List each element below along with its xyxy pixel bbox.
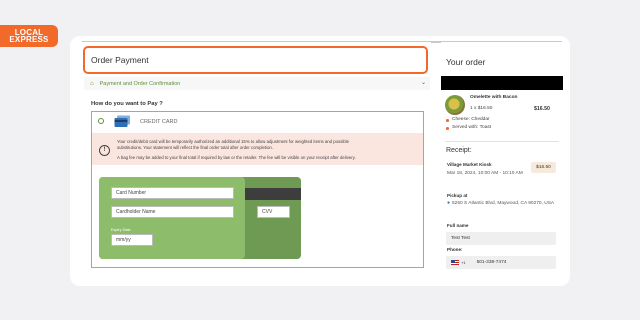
authorization-notice: ! Your credit/debit card will be tempora… (92, 133, 423, 165)
cardholder-name-input[interactable]: Cardholder Name (111, 206, 234, 218)
full-name-label: Full name (447, 223, 469, 228)
item-image (445, 95, 465, 115)
your-order-title: Your order (446, 57, 486, 67)
magnetic-stripe (245, 188, 301, 200)
credit-card-label: CREDIT CARD (140, 119, 178, 125)
full-name-value: Test Test (451, 236, 470, 241)
home-icon: ⌂ (90, 80, 94, 87)
item-total: $16.50 (534, 106, 550, 112)
order-payment-header: Order Payment (83, 46, 428, 74)
us-flag-icon[interactable] (451, 260, 459, 265)
warning-icon: ! (99, 145, 110, 156)
expiry-placeholder: mm/yy (116, 237, 131, 243)
full-name-input[interactable]: Test Test (446, 232, 556, 245)
notice-text-2: substitutions. Your statement will refle… (117, 145, 273, 150)
payment-question: How do you want to Pay ? (91, 101, 163, 107)
chevron-down-icon[interactable]: ⌄ (421, 79, 426, 86)
expiry-label: Expiry Date (111, 228, 131, 232)
local-express-logo[interactable]: LOCAL EXPRESS (0, 25, 58, 47)
pickup-date: Mar 18, 2024, 10:00 AM - 10:10 AM (447, 171, 523, 176)
cardholder-placeholder: Cardholder Name (116, 209, 156, 215)
item-option: Cheese: Cheddar (446, 117, 490, 122)
item-qty-price: 1 x $16.50 (470, 106, 493, 111)
credit-card-icon (114, 115, 130, 127)
logo-text: LOCAL EXPRESS (9, 28, 49, 44)
cvv-placeholder: CVV (262, 209, 273, 215)
expiry-input[interactable]: mm/yy (111, 234, 153, 246)
receipt-price-badge: $16.50 (531, 162, 556, 173)
item-name: Omelette with Bacon (470, 95, 518, 100)
page-title: Order Payment (91, 55, 149, 65)
phone-input[interactable]: +1 501-338-7474 (446, 256, 556, 269)
card-number-placeholder: Card Number (116, 190, 147, 196)
store-name: Village Market Kiosk (447, 162, 492, 167)
receipt-title: Receipt: (446, 147, 472, 154)
summary-divider (445, 141, 559, 142)
country-code[interactable]: +1 (461, 260, 466, 265)
pickup-label: Pickup at (447, 193, 468, 198)
credit-card-radio[interactable] (98, 118, 104, 124)
card-number-input[interactable]: Card Number (111, 187, 234, 199)
notice-text-3: A bag fee may be added to your final tot… (117, 155, 356, 160)
cvv-input[interactable]: CVV (257, 206, 290, 218)
pickup-address-text: 5250 S Atlantic Blvd, Maywood, CA 90270,… (452, 201, 555, 206)
breadcrumb-label: Payment and Order Confirmation (99, 80, 181, 87)
location-pin-icon: ● (447, 200, 451, 206)
pickup-address: ● 5250 S Atlantic Blvd, Maywood, CA 90270… (447, 199, 557, 208)
phone-label: Phone: (447, 247, 463, 252)
phone-value: 501-338-7474 (476, 260, 507, 265)
breadcrumb[interactable]: ⌂ Payment and Order Confirmation ⌄ (84, 77, 430, 90)
item-option: Served with: Toast (445, 125, 492, 130)
order-banner (441, 76, 563, 90)
